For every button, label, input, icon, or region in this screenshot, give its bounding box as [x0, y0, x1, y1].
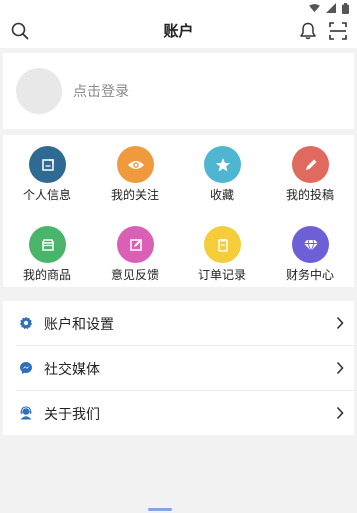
- pencil-icon: [292, 146, 329, 183]
- edit-doc-icon: [29, 146, 66, 183]
- wifi-icon: [309, 3, 320, 12]
- chevron-right-icon: [336, 361, 344, 375]
- grid-item-my-products[interactable]: 我的商品: [3, 215, 91, 283]
- menu-item-social-media[interactable]: 社交媒体: [3, 346, 354, 390]
- scan-icon[interactable]: [328, 21, 348, 41]
- grid-label: 意见反馈: [110, 268, 159, 282]
- grid-label: 我的商品: [22, 268, 71, 282]
- feedback-icon: [117, 226, 154, 263]
- bell-icon[interactable]: [298, 21, 318, 41]
- app-header: 账户: [0, 16, 357, 48]
- grid-item-feedback[interactable]: 意见反馈: [91, 215, 179, 283]
- order-icon: [204, 226, 241, 263]
- menu-list: 账户和设置 社交媒体 关于我们: [3, 301, 354, 435]
- star-icon: [204, 146, 241, 183]
- grid-item-orders[interactable]: 订单记录: [178, 215, 266, 283]
- gear-icon: [19, 316, 33, 330]
- grid-label: 收藏: [209, 188, 234, 202]
- grid-item-following[interactable]: 我的关注: [91, 135, 179, 203]
- login-card[interactable]: 点击登录: [3, 53, 354, 129]
- grid-label: 我的关注: [110, 188, 159, 202]
- avatar[interactable]: [16, 68, 62, 114]
- chevron-right-icon: [336, 316, 344, 330]
- battery-icon: [342, 2, 349, 14]
- grid-item-favorites[interactable]: 收藏: [178, 135, 266, 203]
- grid-label: 个人信息: [22, 188, 71, 202]
- menu-item-account-settings[interactable]: 账户和设置: [3, 301, 354, 345]
- grid-label: 订单记录: [197, 268, 246, 282]
- grid-item-submissions[interactable]: 我的投稿: [266, 135, 354, 203]
- chevron-right-icon: [336, 406, 344, 420]
- eye-icon: [117, 146, 154, 183]
- messenger-icon: [20, 362, 32, 374]
- menu-label: 社交媒体: [44, 362, 100, 378]
- grid-label: 财务中心: [285, 268, 334, 282]
- menu-label: 关于我们: [44, 407, 100, 423]
- signal-icon: [326, 3, 336, 13]
- menu-label: 账户和设置: [44, 317, 114, 333]
- menu-item-about-us[interactable]: 关于我们: [3, 391, 354, 435]
- diamond-icon: [292, 226, 329, 263]
- grid-item-personal-info[interactable]: 个人信息: [3, 135, 91, 203]
- grid-item-finance[interactable]: 财务中心: [266, 215, 354, 283]
- feature-grid: 个人信息 我的关注 收藏 我的投稿 我的商品 意见反馈 订单记录 财务中心: [3, 135, 354, 287]
- support-agent-icon: [20, 406, 32, 420]
- scroll-indicator: [148, 508, 172, 511]
- status-bar: [0, 0, 357, 16]
- login-prompt[interactable]: 点击登录: [73, 81, 129, 101]
- grid-label: 我的投稿: [285, 188, 334, 202]
- shop-icon: [29, 226, 66, 263]
